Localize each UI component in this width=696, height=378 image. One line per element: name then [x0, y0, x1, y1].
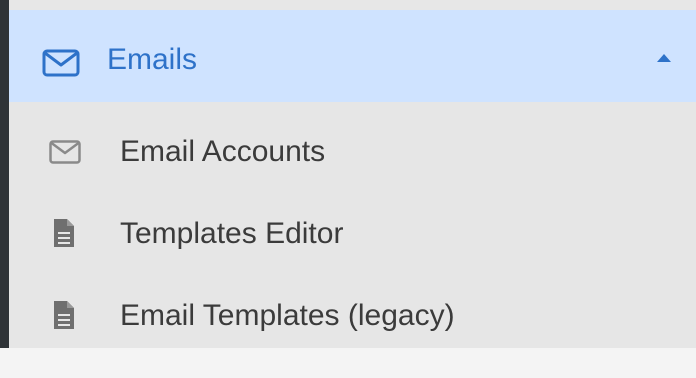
submenu-item-templates-editor[interactable]: Templates Editor: [9, 184, 696, 266]
submenu-emails: Email Accounts Templates Editor Email Te…: [9, 102, 696, 348]
sidebar-menu: Emails Email Accounts Templates Editor E…: [0, 0, 696, 378]
envelope-icon: [49, 140, 81, 164]
menu-section-emails[interactable]: Emails: [9, 10, 696, 102]
submenu-item-email-templates-legacy[interactable]: Email Templates (legacy): [9, 266, 696, 348]
submenu-item-label: Templates Editor: [120, 217, 344, 250]
envelope-icon: [42, 49, 80, 77]
previous-item-edge: [9, 0, 696, 10]
sidebar-edge: [0, 0, 9, 348]
submenu-item-label: Email Templates (legacy): [120, 299, 455, 332]
submenu-item-label: Email Accounts: [120, 135, 326, 168]
file-icon: [54, 219, 74, 247]
file-icon: [54, 301, 74, 329]
next-item-edge: [0, 348, 696, 378]
submenu-item-email-accounts[interactable]: Email Accounts: [9, 102, 696, 184]
caret-up-icon[interactable]: [656, 53, 672, 63]
menu-section-label: Emails: [107, 43, 198, 76]
